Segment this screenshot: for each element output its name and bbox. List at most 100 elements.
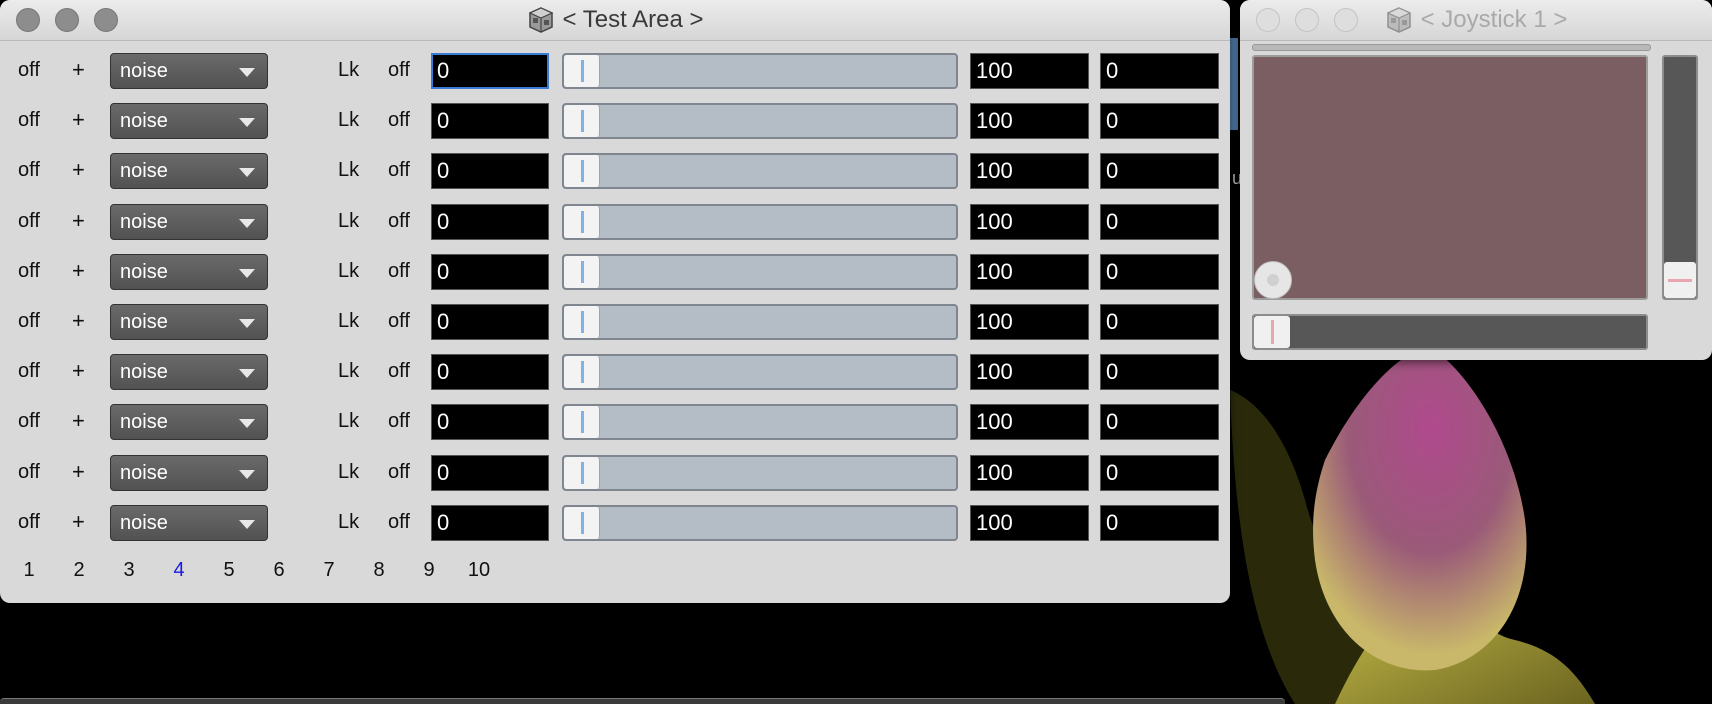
slider-knob[interactable] xyxy=(564,206,600,238)
mode-dropdown[interactable]: noise xyxy=(110,254,268,290)
lock-state-toggle[interactable]: off xyxy=(388,452,410,492)
add-button[interactable]: + xyxy=(72,452,85,492)
joystick-handle[interactable] xyxy=(1254,261,1292,299)
horizontal-slider-knob[interactable] xyxy=(1254,316,1290,348)
lock-state-toggle[interactable]: off xyxy=(388,251,410,291)
on-off-toggle[interactable]: off xyxy=(18,502,40,542)
mode-dropdown[interactable]: noise xyxy=(110,204,268,240)
max-field[interactable]: 100 xyxy=(970,254,1089,290)
slider-knob[interactable] xyxy=(564,306,600,338)
lock-state-toggle[interactable]: off xyxy=(388,201,410,241)
page-button-2[interactable]: 2 xyxy=(64,550,94,590)
output-field[interactable]: 0 xyxy=(1100,254,1219,290)
lock-toggle[interactable]: Lk xyxy=(338,401,359,441)
page-button-9[interactable]: 9 xyxy=(414,550,444,590)
lock-state-toggle[interactable]: off xyxy=(388,301,410,341)
page-button-8[interactable]: 8 xyxy=(364,550,394,590)
value-slider[interactable] xyxy=(562,53,958,89)
value-slider[interactable] xyxy=(562,204,958,240)
slider-knob[interactable] xyxy=(564,406,600,438)
joystick-horizontal-slider[interactable] xyxy=(1252,314,1648,350)
lock-state-toggle[interactable]: off xyxy=(388,150,410,190)
max-field[interactable]: 100 xyxy=(970,153,1089,189)
on-off-toggle[interactable]: off xyxy=(18,351,40,391)
value-slider[interactable] xyxy=(562,153,958,189)
max-field[interactable]: 100 xyxy=(970,455,1089,491)
page-button-5[interactable]: 5 xyxy=(214,550,244,590)
lock-toggle[interactable]: Lk xyxy=(338,201,359,241)
slider-knob[interactable] xyxy=(564,356,600,388)
slider-knob[interactable] xyxy=(564,55,600,87)
add-button[interactable]: + xyxy=(72,100,85,140)
on-off-toggle[interactable]: off xyxy=(18,201,40,241)
value-field[interactable]: 0 xyxy=(431,455,549,491)
value-slider[interactable] xyxy=(562,354,958,390)
max-field[interactable]: 100 xyxy=(970,53,1089,89)
output-field[interactable]: 0 xyxy=(1100,304,1219,340)
value-slider[interactable] xyxy=(562,404,958,440)
mode-dropdown[interactable]: noise xyxy=(110,505,268,541)
lock-toggle[interactable]: Lk xyxy=(338,251,359,291)
slider-knob[interactable] xyxy=(564,256,600,288)
value-field[interactable]: 0 xyxy=(431,304,549,340)
max-field[interactable]: 100 xyxy=(970,304,1089,340)
mode-dropdown[interactable]: noise xyxy=(110,304,268,340)
output-field[interactable]: 0 xyxy=(1100,404,1219,440)
value-field[interactable]: 0 xyxy=(431,505,549,541)
lock-state-toggle[interactable]: off xyxy=(388,100,410,140)
page-button-10[interactable]: 10 xyxy=(464,550,494,590)
output-field[interactable]: 0 xyxy=(1100,505,1219,541)
on-off-toggle[interactable]: off xyxy=(18,150,40,190)
slider-knob[interactable] xyxy=(564,507,600,539)
lock-state-toggle[interactable]: off xyxy=(388,351,410,391)
add-button[interactable]: + xyxy=(72,301,85,341)
slider-knob[interactable] xyxy=(564,105,600,137)
max-field[interactable]: 100 xyxy=(970,103,1089,139)
lock-state-toggle[interactable]: off xyxy=(388,50,410,90)
lock-toggle[interactable]: Lk xyxy=(338,50,359,90)
on-off-toggle[interactable]: off xyxy=(18,100,40,140)
on-off-toggle[interactable]: off xyxy=(18,452,40,492)
test-area-titlebar[interactable]: < Test Area > xyxy=(0,0,1230,41)
value-field[interactable]: 0 xyxy=(431,254,549,290)
max-field[interactable]: 100 xyxy=(970,354,1089,390)
value-field[interactable]: 0 xyxy=(431,153,549,189)
joystick-vertical-slider[interactable] xyxy=(1662,55,1698,300)
add-button[interactable]: + xyxy=(72,502,85,542)
mode-dropdown[interactable]: noise xyxy=(110,153,268,189)
mode-dropdown[interactable]: noise xyxy=(110,103,268,139)
add-button[interactable]: + xyxy=(72,150,85,190)
page-button-1[interactable]: 1 xyxy=(14,550,44,590)
lock-toggle[interactable]: Lk xyxy=(338,452,359,492)
add-button[interactable]: + xyxy=(72,251,85,291)
add-button[interactable]: + xyxy=(72,401,85,441)
page-button-6[interactable]: 6 xyxy=(264,550,294,590)
on-off-toggle[interactable]: off xyxy=(18,50,40,90)
value-slider[interactable] xyxy=(562,505,958,541)
value-field[interactable]: 0 xyxy=(431,404,549,440)
joystick-titlebar[interactable]: < Joystick 1 > xyxy=(1240,0,1712,41)
page-button-7[interactable]: 7 xyxy=(314,550,344,590)
lock-toggle[interactable]: Lk xyxy=(338,502,359,542)
add-button[interactable]: + xyxy=(72,351,85,391)
joystick-pad[interactable] xyxy=(1252,55,1648,300)
output-field[interactable]: 0 xyxy=(1100,103,1219,139)
value-slider[interactable] xyxy=(562,103,958,139)
on-off-toggle[interactable]: off xyxy=(18,301,40,341)
max-field[interactable]: 100 xyxy=(970,505,1089,541)
lock-toggle[interactable]: Lk xyxy=(338,351,359,391)
output-field[interactable]: 0 xyxy=(1100,354,1219,390)
output-field[interactable]: 0 xyxy=(1100,53,1219,89)
output-field[interactable]: 0 xyxy=(1100,455,1219,491)
lock-state-toggle[interactable]: off xyxy=(388,401,410,441)
value-slider[interactable] xyxy=(562,455,958,491)
add-button[interactable]: + xyxy=(72,201,85,241)
mode-dropdown[interactable]: noise xyxy=(110,53,268,89)
mode-dropdown[interactable]: noise xyxy=(110,354,268,390)
value-field[interactable]: 0 xyxy=(431,354,549,390)
mode-dropdown[interactable]: noise xyxy=(110,404,268,440)
vertical-slider-knob[interactable] xyxy=(1664,262,1696,298)
slider-knob[interactable] xyxy=(564,155,600,187)
value-field[interactable]: 0 xyxy=(431,204,549,240)
value-slider[interactable] xyxy=(562,304,958,340)
